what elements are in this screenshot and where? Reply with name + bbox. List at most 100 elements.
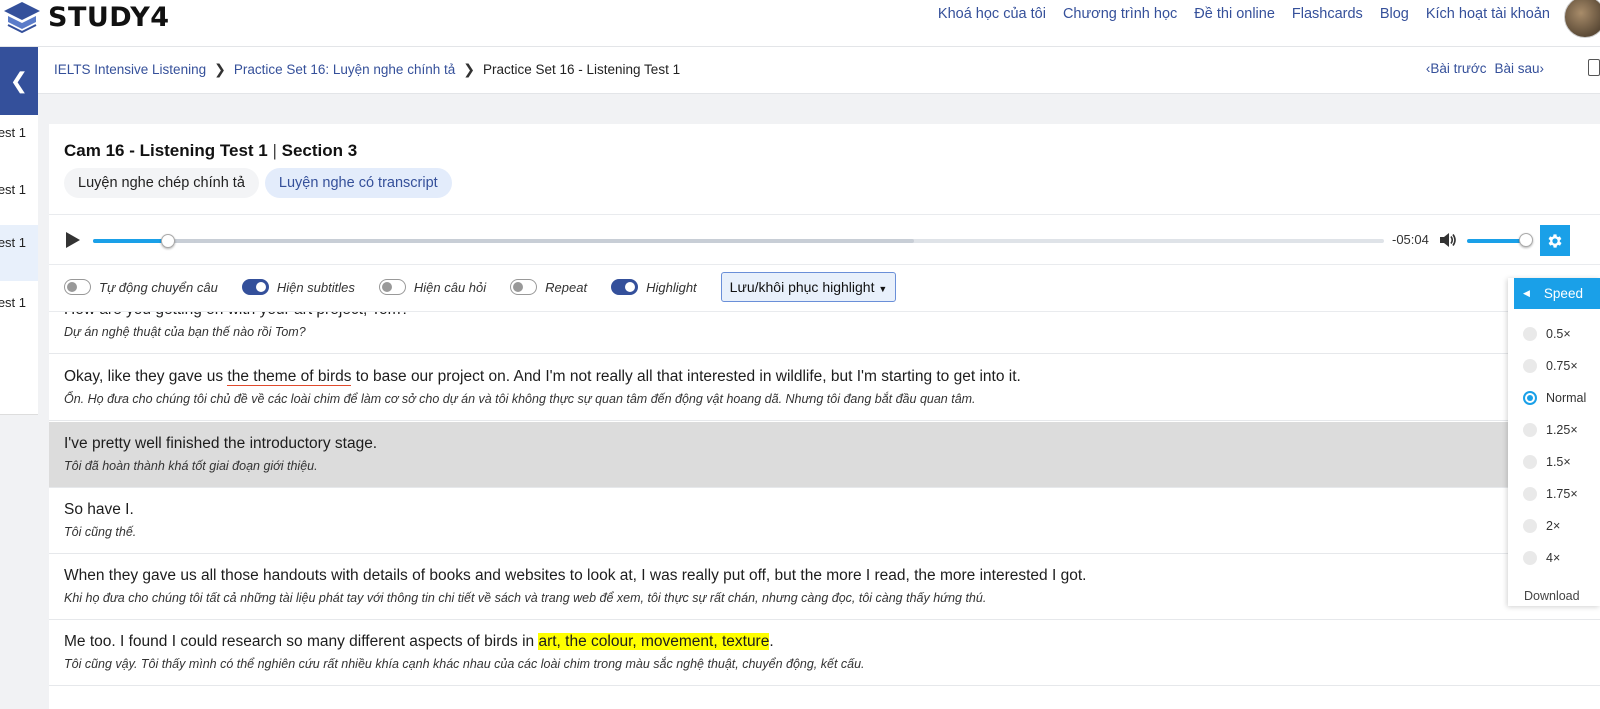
breadcrumb-practice-set[interactable]: Practice Set 16: Luyện nghe chính tả — [234, 62, 455, 77]
radio-icon — [1523, 423, 1537, 437]
nav-online-tests[interactable]: Đề thi online — [1194, 6, 1275, 22]
progress-thumb[interactable] — [160, 234, 175, 248]
transcript-row[interactable]: When they gave us all those handouts wit… — [49, 554, 1600, 620]
logo-icon — [4, 2, 40, 34]
toggle-switch[interactable] — [378, 279, 406, 295]
played-bar — [93, 239, 168, 243]
sidebar-item[interactable]: est 1 — [0, 172, 38, 228]
time-remaining: -05:04 — [1392, 232, 1429, 247]
speed-menu-back[interactable]: ◀ Speed — [1514, 278, 1600, 309]
option-repeat[interactable]: Repeat — [510, 279, 587, 295]
breadcrumb-bar: ❮ IELTS Intensive Listening ❯ Practice S… — [0, 47, 1600, 115]
nav-my-courses[interactable]: Khoá học của tôi — [938, 6, 1046, 22]
lesson-tabs: Luyện nghe chép chính tả Luyện nghe có t… — [64, 168, 452, 198]
speed-option[interactable]: 0.5× — [1523, 324, 1571, 344]
nav-flashcards[interactable]: Flashcards — [1292, 6, 1363, 22]
sidebar-item-label: est 1 — [0, 295, 26, 310]
option-show-subtitles[interactable]: Hiện subtitles — [241, 279, 355, 295]
notes-icon[interactable] — [1588, 59, 1600, 76]
progress-track[interactable] — [93, 234, 1384, 248]
sentence-text: Me too. I found I could research so many… — [64, 633, 539, 650]
toggle-switch[interactable] — [611, 279, 639, 295]
top-navbar: STUDY4 Khoá học của tôi Chương trình học… — [0, 0, 1600, 47]
option-label: Tự động chuyển câu — [99, 279, 218, 295]
lesson-section: Section 3 — [281, 141, 358, 160]
highlighted-phrase[interactable]: art, the colour, movement, texture — [538, 633, 770, 650]
option-auto-next[interactable]: Tự động chuyển câu — [64, 279, 218, 295]
speed-menu-title: Speed — [1543, 286, 1583, 301]
sentence-text: Okay, like they gave us — [64, 368, 228, 385]
transcript-list: How are you getting on with your art pro… — [49, 311, 1600, 709]
sidebar-item[interactable]: est 1 — [0, 115, 38, 171]
user-avatar[interactable] — [1564, 0, 1600, 38]
tab-transcript[interactable]: Luyện nghe có transcript — [264, 168, 452, 198]
transcript-row-active[interactable]: I've pretty well finished the introducto… — [49, 422, 1600, 488]
option-highlight[interactable]: Highlight — [611, 279, 697, 295]
breadcrumb-current: Practice Set 16 - Listening Test 1 — [482, 62, 681, 77]
lesson-title: Cam 16 - Listening Test 1 | Section 3 — [64, 141, 357, 161]
nav-activate-account[interactable]: Kích hoạt tài khoản — [1426, 6, 1550, 22]
play-icon[interactable] — [66, 232, 80, 248]
volume-thumb[interactable] — [1519, 233, 1533, 247]
sentence-en: I've pretty well finished the introducto… — [64, 435, 378, 452]
option-label: Hiện subtitles — [276, 279, 355, 295]
speed-option-selected[interactable]: Normal — [1523, 388, 1586, 408]
volume-slider[interactable] — [1467, 239, 1527, 243]
transcript-row[interactable]: Me too. I found I could research so many… — [49, 620, 1600, 686]
transcript-row[interactable]: So have I. Tôi cũng thế. — [49, 488, 1600, 554]
settings-button[interactable] — [1540, 225, 1570, 256]
speed-option[interactable]: 4× — [1523, 548, 1560, 568]
radio-icon — [1523, 327, 1537, 341]
sentence-vi: Khi họ đưa cho chúng tôi tất cả những tà… — [64, 591, 987, 605]
radio-checked-icon — [1523, 391, 1537, 405]
sentence-vi: Tôi cũng vậy. Tôi thấy mình có thể nghiê… — [64, 657, 865, 671]
speed-label: Normal — [1546, 391, 1587, 405]
radio-icon — [1523, 455, 1537, 469]
speed-option[interactable]: 0.75× — [1523, 356, 1578, 376]
prev-lesson-label: Bài trước — [1430, 61, 1487, 76]
toggle-switch[interactable] — [510, 279, 538, 295]
tab-dictation[interactable]: Luyện nghe chép chính tả — [64, 168, 259, 198]
brand-name: STUDY4 — [48, 1, 170, 33]
sentence-text: to base our project on. And I'm not real… — [351, 368, 1021, 385]
save-restore-highlight-button[interactable]: Lưu/khôi phục highlight ▼ — [720, 272, 897, 302]
speed-option[interactable]: 2× — [1523, 516, 1560, 536]
sidebar-item-active[interactable]: est 1 — [0, 225, 38, 281]
underlined-phrase[interactable]: the theme of birds — [227, 368, 352, 386]
lesson-pager: ‹Bài trước Bài sau› — [1426, 61, 1544, 76]
chevron-right-icon: › — [1539, 61, 1545, 76]
toggle-switch[interactable] — [241, 279, 269, 295]
sentence-text: . — [769, 633, 774, 650]
sidebar-item[interactable]: est 1 — [0, 285, 38, 341]
option-label: Repeat — [545, 279, 588, 295]
speed-option[interactable]: 1.5× — [1523, 452, 1571, 472]
speed-option[interactable]: 1.75× — [1523, 484, 1578, 504]
sentence-en: Me too. I found I could research so many… — [64, 633, 774, 651]
next-lesson-link[interactable]: Bài sau› — [1494, 61, 1544, 76]
download-link[interactable]: Download — [1524, 589, 1580, 603]
sentence-vi: Ổn. Họ đưa cho chúng tôi chủ đề về các l… — [64, 392, 976, 406]
lesson-sidebar: est 1 est 1 est 1 est 1 — [0, 115, 38, 415]
transcript-row[interactable]: How are you getting on with your art pro… — [49, 312, 1600, 354]
transcript-row[interactable]: Okay, like they gave us the theme of bir… — [49, 355, 1600, 421]
prev-lesson-link[interactable]: ‹Bài trước — [1426, 61, 1487, 76]
sidebar-collapse-button[interactable]: ❮ — [0, 47, 38, 115]
nav-programs[interactable]: Chương trình học — [1063, 6, 1177, 22]
title-separator: | — [272, 141, 277, 160]
option-show-questions[interactable]: Hiện câu hỏi — [378, 279, 487, 295]
caret-down-icon: ▼ — [878, 284, 888, 294]
toggle-switch[interactable] — [64, 279, 91, 295]
brand-logo[interactable]: STUDY4 — [2, 0, 170, 34]
speed-option[interactable]: 1.25× — [1523, 420, 1578, 440]
nav-blog[interactable]: Blog — [1380, 6, 1409, 22]
radio-icon — [1523, 487, 1537, 501]
sentence-en: So have I. — [64, 501, 134, 518]
buffered-bar — [93, 239, 915, 243]
volume-icon[interactable] — [1439, 232, 1457, 248]
gear-icon — [1548, 233, 1562, 248]
breadcrumb-course[interactable]: IELTS Intensive Listening — [54, 62, 206, 77]
main-nav: Khoá học của tôi Chương trình học Đề thi… — [938, 6, 1550, 22]
sidebar-item-label: est 1 — [0, 125, 26, 140]
chevron-left-icon: ❮ — [9, 68, 29, 93]
option-label: Hiện câu hỏi — [413, 279, 487, 295]
